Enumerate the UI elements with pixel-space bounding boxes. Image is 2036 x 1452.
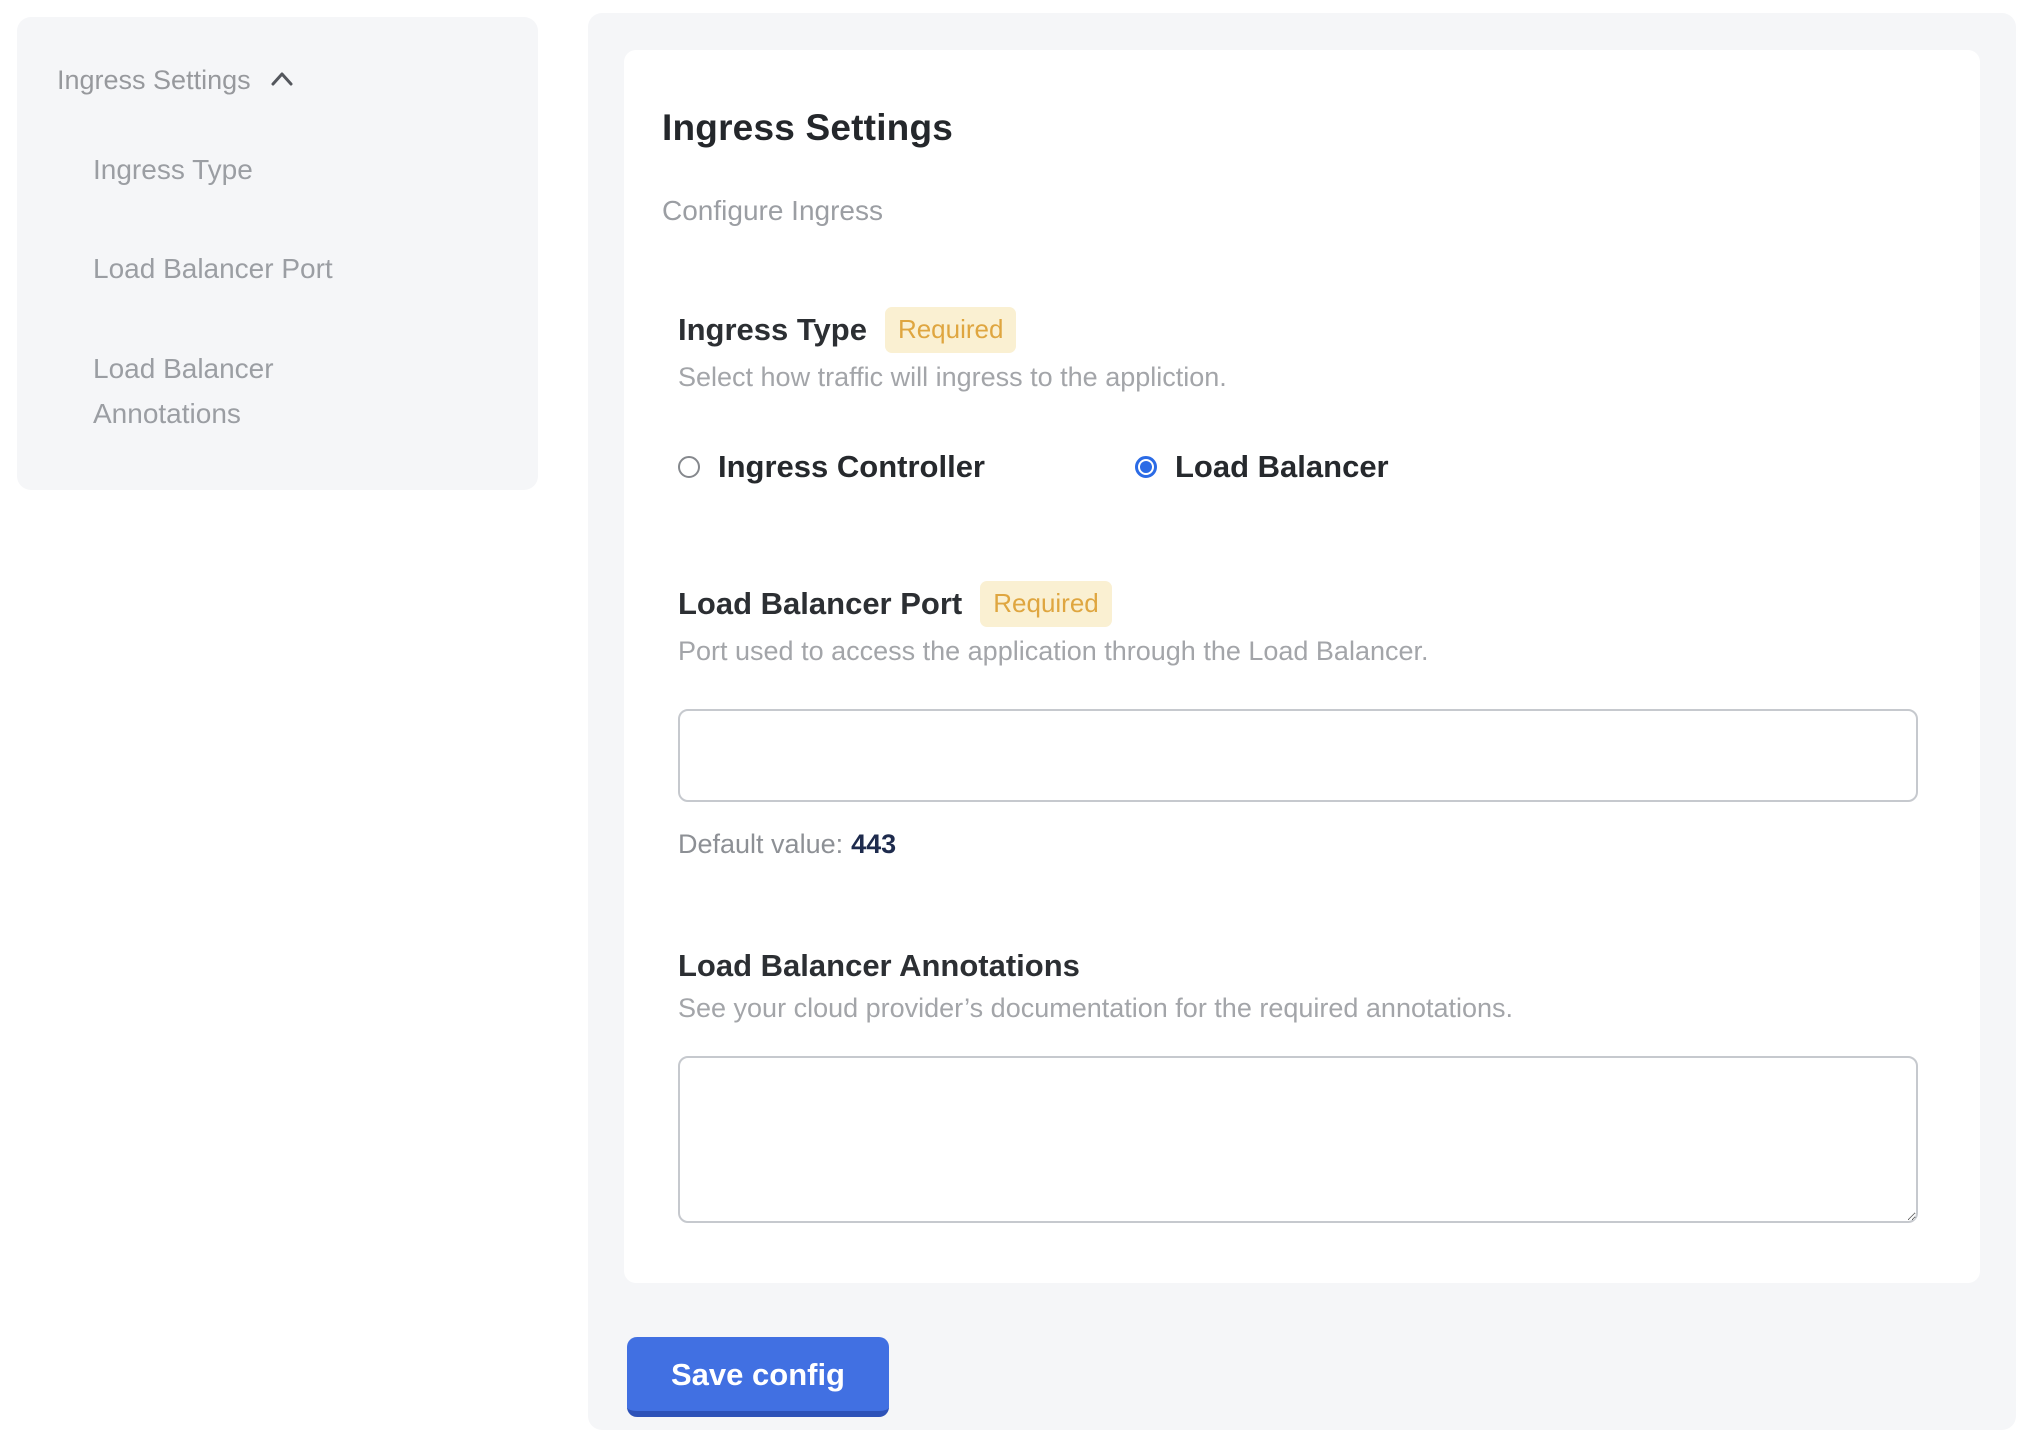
radio-label: Load Balancer bbox=[1175, 449, 1389, 485]
section-description: Select how traffic will ingress to the a… bbox=[678, 362, 1930, 393]
sidebar-group-label: Ingress Settings bbox=[57, 65, 251, 96]
page-subtitle: Configure Ingress bbox=[662, 195, 1930, 227]
section-description: See your cloud provider’s documentation … bbox=[678, 993, 1930, 1024]
default-value: 443 bbox=[851, 829, 896, 859]
settings-sidebar: Ingress Settings Ingress Type Load Balan… bbox=[17, 17, 538, 490]
section-load-balancer-annotations: Load Balancer Annotations See your cloud… bbox=[678, 948, 1930, 1223]
radio-unselected-icon[interactable] bbox=[678, 456, 700, 478]
section-description: Port used to access the application thro… bbox=[678, 636, 1930, 667]
radio-load-balancer[interactable]: Load Balancer bbox=[1135, 449, 1389, 485]
section-load-balancer-port: Load Balancer Port Required Port used to… bbox=[678, 581, 1930, 860]
load-balancer-port-input[interactable] bbox=[678, 709, 1918, 802]
default-value-row: Default value: 443 bbox=[678, 829, 1930, 860]
section-ingress-type: Ingress Type Required Select how traffic… bbox=[678, 307, 1930, 485]
save-config-button[interactable]: Save config bbox=[627, 1337, 889, 1417]
section-heading: Load Balancer Port bbox=[678, 586, 962, 622]
radio-label: Ingress Controller bbox=[718, 449, 985, 485]
sidebar-nav: Ingress Type Load Balancer Port Load Bal… bbox=[93, 147, 508, 436]
ingress-type-radio-group: Ingress Controller Load Balancer bbox=[678, 449, 1930, 485]
sidebar-item-ingress-type[interactable]: Ingress Type bbox=[93, 147, 403, 192]
radio-ingress-controller[interactable]: Ingress Controller bbox=[678, 449, 985, 485]
sidebar-item-load-balancer-annotations[interactable]: Load Balancer Annotations bbox=[93, 346, 403, 437]
required-badge: Required bbox=[885, 307, 1017, 353]
sidebar-group-ingress-settings[interactable]: Ingress Settings bbox=[57, 63, 508, 97]
default-value-label: Default value: bbox=[678, 829, 843, 859]
radio-selected-icon[interactable] bbox=[1135, 456, 1157, 478]
load-balancer-annotations-textarea[interactable] bbox=[678, 1056, 1918, 1223]
ingress-settings-card: Ingress Settings Configure Ingress Ingre… bbox=[624, 50, 1980, 1283]
required-badge: Required bbox=[980, 581, 1112, 627]
section-heading: Ingress Type bbox=[678, 312, 867, 348]
chevron-up-icon bbox=[265, 63, 299, 97]
page-title: Ingress Settings bbox=[662, 107, 1930, 149]
main-panel: Ingress Settings Configure Ingress Ingre… bbox=[588, 13, 2016, 1430]
sidebar-item-load-balancer-port[interactable]: Load Balancer Port bbox=[93, 246, 403, 291]
section-heading: Load Balancer Annotations bbox=[678, 948, 1080, 984]
